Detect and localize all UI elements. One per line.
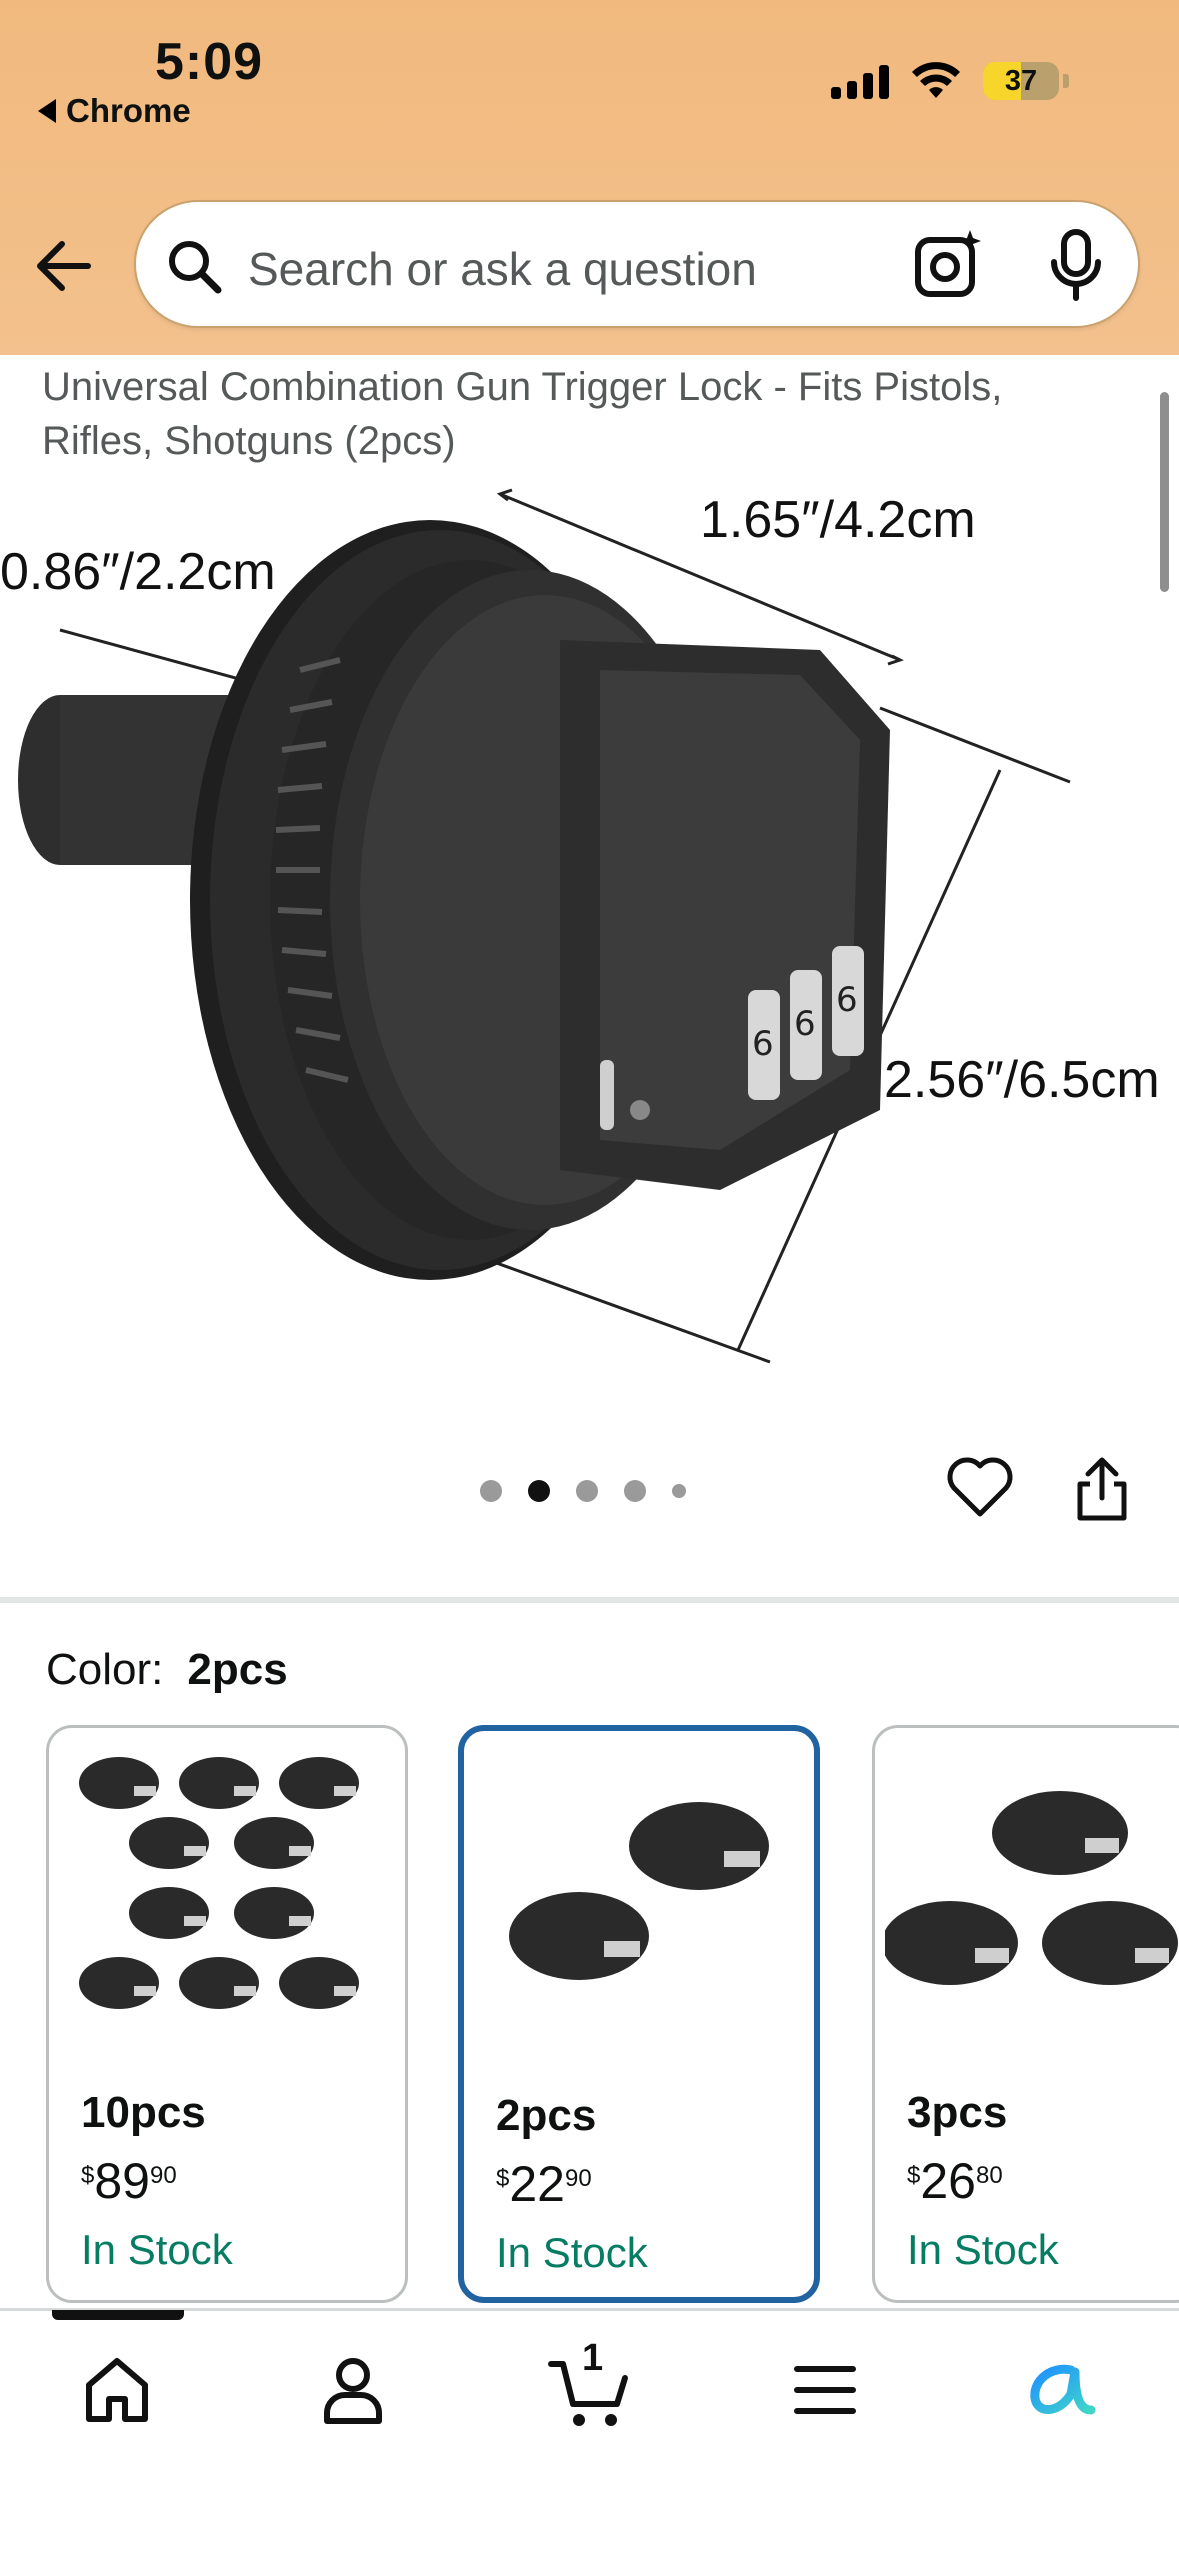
variant-card-3pcs[interactable]: 3pcs $ 26 80 In Stock — [872, 1725, 1179, 2303]
carousel-dot[interactable] — [624, 1480, 646, 1502]
image-carousel-dots[interactable] — [480, 1480, 686, 1502]
product-image[interactable]: 6 6 6 1.65″/4.2cm 0.86″/2.2cm 2.56″/6.5c… — [0, 470, 1179, 1400]
variant-price: $ 89 90 — [81, 2153, 177, 2209]
cellular-signal-icon — [831, 63, 889, 99]
variant-price: $ 22 90 — [496, 2156, 592, 2212]
product-title[interactable]: Universal Combination Gun Trigger Lock -… — [42, 360, 1122, 468]
share-icon[interactable] — [1072, 1456, 1132, 1524]
variant-stock-status: In Stock — [81, 2226, 233, 2273]
variant-card-2pcs[interactable]: 2pcs $ 22 90 In Stock — [458, 1725, 820, 2303]
heart-icon[interactable] — [946, 1456, 1014, 1520]
variant-thumbnail — [509, 1802, 769, 1980]
carousel-dot[interactable] — [576, 1480, 598, 1502]
home-icon — [86, 2358, 148, 2422]
back-arrow-icon[interactable] — [34, 238, 94, 294]
color-selection-label: Color: 2pcs — [46, 1645, 288, 1695]
nav-account[interactable] — [308, 2345, 398, 2435]
svg-text:6: 6 — [794, 1004, 816, 1044]
carousel-dot-active[interactable] — [528, 1480, 550, 1502]
menu-icon — [794, 2366, 856, 2414]
top-bar: 5:09 Chrome 37 Search or ask a question — [0, 0, 1179, 355]
active-tab-indicator — [52, 2310, 184, 2320]
section-divider — [0, 1597, 1179, 1603]
camera-lens-icon[interactable] — [912, 226, 984, 302]
color-selected-value: 2pcs — [187, 1645, 288, 1694]
back-triangle-icon — [38, 99, 56, 123]
carousel-dot[interactable] — [480, 1480, 502, 1502]
dimension-width-label: 1.65″/4.2cm — [700, 491, 976, 549]
color-label: Color: — [46, 1645, 164, 1694]
battery-cap — [1063, 74, 1069, 88]
microphone-icon[interactable] — [1048, 228, 1104, 304]
variant-thumbnail — [79, 1757, 359, 2009]
variant-stock-status: In Stock — [907, 2226, 1059, 2273]
back-app-label: Chrome — [66, 92, 191, 129]
svg-text:6: 6 — [836, 980, 858, 1020]
nav-cart[interactable]: 1 — [544, 2337, 634, 2435]
svg-text:6: 6 — [752, 1024, 774, 1064]
variant-stock-status: In Stock — [496, 2229, 648, 2276]
variant-name: 2pcs — [496, 2091, 597, 2140]
search-bar[interactable]: Search or ask a question — [134, 200, 1140, 328]
carousel-dot[interactable] — [672, 1484, 686, 1498]
variant-price: $ 26 80 — [907, 2153, 1003, 2209]
cart-count-badge: 1 — [582, 2337, 604, 2379]
variant-card-10pcs[interactable]: 10pcs $ 89 90 In Stock — [46, 1725, 408, 2303]
back-to-app-link[interactable]: Chrome — [38, 92, 191, 130]
search-input[interactable]: Search or ask a question — [248, 242, 757, 296]
rufus-icon — [1030, 2364, 1096, 2415]
dimension-shaft-label: 0.86″/2.2cm — [0, 543, 276, 601]
nav-rufus[interactable] — [1016, 2345, 1106, 2435]
battery-icon: 37 — [983, 62, 1059, 100]
variant-thumbnail — [885, 1791, 1178, 1985]
nav-home[interactable] — [72, 2345, 162, 2435]
status-time: 5:09 — [155, 33, 264, 91]
dimension-height-label: 2.56″/6.5cm — [884, 1051, 1160, 1109]
wifi-icon — [912, 62, 960, 98]
battery-level: 37 — [1004, 65, 1038, 97]
trigger-lock-image: 6 6 6 — [18, 488, 1071, 1364]
search-icon — [169, 241, 222, 294]
variant-name: 10pcs — [81, 2088, 206, 2137]
status-indicators: 37 — [831, 62, 1069, 100]
account-icon — [324, 2358, 382, 2424]
variant-name: 3pcs — [907, 2088, 1008, 2137]
nav-menu[interactable] — [780, 2345, 870, 2435]
